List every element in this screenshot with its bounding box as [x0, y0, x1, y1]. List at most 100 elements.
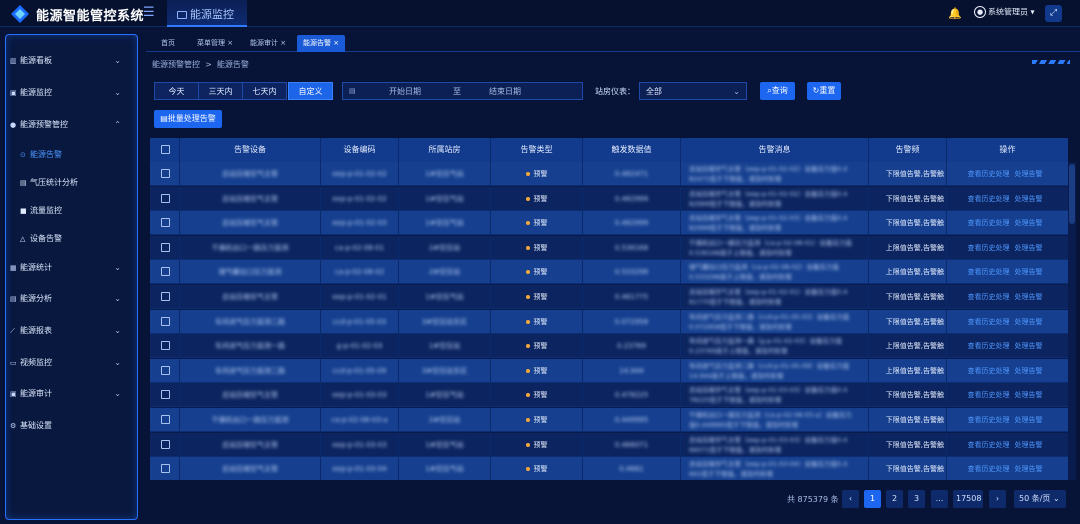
row-checkbox[interactable]	[161, 218, 170, 228]
notification-bell-icon[interactable]: 🔔	[948, 7, 962, 20]
sidebar-sub-energy-alarm[interactable]: ⊙ 能源告警	[20, 146, 62, 164]
table-row[interactable]: 总站压缩空气主管 eep-p-01-03-03 1#空压气站 预警 0.478225 总站…	[150, 383, 1068, 408]
sidebar-item-video-monitor[interactable]: ▭ 视频监控 ⌄	[10, 354, 123, 372]
view-history-link[interactable]: 查看历史处理	[968, 367, 1010, 375]
handle-alarm-link[interactable]: 处理告警	[1015, 318, 1043, 326]
view-history-link[interactable]: 查看历史处理	[968, 244, 1010, 252]
row-checkbox[interactable]	[161, 390, 170, 400]
row-checkbox[interactable]	[161, 292, 170, 301]
tab-home[interactable]: 首页	[155, 35, 181, 52]
pagination-page-3[interactable]: 3	[908, 490, 925, 508]
view-history-link[interactable]: 查看历史处理	[968, 441, 1010, 449]
pagination-last-page[interactable]: 17508	[953, 490, 983, 508]
table-scrollbar-thumb[interactable]	[1069, 164, 1075, 224]
view-history-link[interactable]: 查看历史处理	[968, 219, 1010, 227]
view-history-link[interactable]: 查看历史处理	[968, 170, 1010, 178]
view-history-link[interactable]: 查看历史处理	[968, 195, 1010, 203]
handle-alarm-link[interactable]: 处理告警	[1015, 391, 1043, 399]
table-row[interactable]: 储气罐出口压力监测 ca-p-02-08-02 2#空压站 预警 0.533298 储气罐…	[150, 260, 1068, 285]
handle-alarm-link[interactable]: 处理告警	[1015, 441, 1043, 449]
row-checkbox[interactable]	[161, 316, 170, 326]
row-device-cell: 车间进气压力监测二路	[180, 309, 321, 334]
pagination-page-2[interactable]: 2	[886, 490, 903, 508]
table-row[interactable]: 车间进气压力监测二路 ccd-p-01-05-03 3#空压站东区 预警 0.07295…	[150, 309, 1068, 334]
sidebar-item-energy-audit[interactable]: ▣ 能源审计 ⌄	[10, 385, 123, 403]
select-all-checkbox[interactable]	[161, 145, 170, 154]
range-3days-button[interactable]: 三天内	[198, 82, 243, 100]
view-history-link[interactable]: 查看历史处理	[968, 293, 1010, 301]
tab-energy-alarm[interactable]: 能源告警 ×	[297, 35, 346, 52]
tab-close-icon[interactable]: ×	[280, 39, 286, 47]
handle-alarm-link[interactable]: 处理告警	[1015, 342, 1043, 350]
row-checkbox[interactable]	[161, 365, 170, 375]
pagination-page-1[interactable]: 1	[864, 490, 881, 508]
table-row[interactable]: 车间进气压力监测二路 ccd-p-01-05-09 3#空压站东区 预警 14.944 车…	[150, 358, 1068, 383]
table-row[interactable]: 总站压缩空气主管 eep-p-01-03-03 1#空压气站 预警 0.466071 总站…	[150, 432, 1068, 457]
table-row[interactable]: 总站压缩空气主管 eep-p-01-02-03 1#空压气站 预警 0.482999 总站…	[150, 211, 1068, 236]
handle-alarm-link[interactable]: 处理告警	[1015, 293, 1043, 301]
page-size-select[interactable]: 50 条/页 ⌄	[1014, 490, 1066, 508]
row-checkbox[interactable]	[161, 169, 170, 178]
range-today-button[interactable]: 今天	[154, 82, 199, 100]
menu-toggle-icon[interactable]: ☰	[143, 5, 155, 20]
view-history-link[interactable]: 查看历史处理	[968, 465, 1010, 473]
view-history-link[interactable]: 查看历史处理	[968, 416, 1010, 424]
handle-alarm-link[interactable]: 处理告警	[1015, 195, 1043, 203]
date-range-picker[interactable]: ▤ 开始日期 至 结束日期	[342, 82, 583, 100]
handle-alarm-link[interactable]: 处理告警	[1015, 367, 1043, 375]
sidebar-item-energy-report[interactable]: ⟋ 能源报表 ⌄	[10, 322, 123, 340]
table-row[interactable]: 干燥机出口一路压力监测 ca-p-02-08-03-a 2#空压站 预警 0.44999…	[150, 408, 1068, 432]
tab-energy-audit[interactable]: 能源审计 ×	[244, 35, 292, 52]
sidebar-sub-pressure-stats[interactable]: ▤ 气压统计分析	[20, 174, 78, 192]
handle-alarm-link[interactable]: 处理告警	[1015, 170, 1043, 178]
reset-button[interactable]: ↻重置	[807, 82, 841, 100]
module-tab[interactable]: 能源监控	[167, 0, 247, 27]
batch-handle-alarm-button[interactable]: ▤批量处理告警	[154, 110, 222, 128]
user-menu[interactable]: ● 系统管理员 ▾	[974, 6, 1035, 18]
range-custom-button[interactable]: 自定义	[288, 82, 333, 100]
sidebar-item-energy-analysis[interactable]: ▤ 能源分析 ⌄	[10, 290, 123, 308]
row-checkbox[interactable]	[161, 267, 170, 277]
range-7days-button[interactable]: 七天内	[242, 82, 287, 100]
sidebar-item-energy-warning[interactable]: ● 能源预警管控 ⌃	[10, 116, 123, 134]
sidebar-item-basic-settings[interactable]: ⚙ 基础设置	[10, 417, 123, 435]
row-checkbox[interactable]	[161, 242, 170, 252]
table-row[interactable]: 总站压缩空气主管 eep-p-01-03-04 1#空压气站 预警 0.4661 总站压缩…	[150, 457, 1068, 480]
table-row[interactable]: 总站压缩空气主管 eep-p-01-02-01 1#空压气站 预警 0.461775 总站…	[150, 285, 1068, 309]
table-row[interactable]: 总站压缩空气主管 eep-p-01-02-02 1#空压气站 预警 0.482999 总站…	[150, 186, 1068, 211]
row-checkbox[interactable]	[161, 193, 170, 203]
tab-menu-management[interactable]: 菜单管理 ×	[191, 35, 239, 52]
fullscreen-icon[interactable]: ⤢	[1045, 5, 1062, 22]
table-row[interactable]: 总站压缩空气主管 eep-p-01-02-02 1#空压气站 预警 0.482471 总站…	[150, 162, 1068, 186]
table-row[interactable]: 车间进气压力监测一路 g-p-01-02-03 1#空压站 预警 0.23769 车间进气…	[150, 334, 1068, 359]
end-date-input[interactable]: 结束日期	[489, 83, 521, 100]
sidebar-item-energy-board[interactable]: ▥ 能源看板 ⌄	[10, 52, 123, 70]
view-history-link[interactable]: 查看历史处理	[968, 268, 1010, 276]
view-history-link[interactable]: 查看历史处理	[968, 318, 1010, 326]
table-row[interactable]: 干燥机出口一路压力监测 ca-p-02-08-01 2#空压站 预警 0.536168 干…	[150, 235, 1068, 260]
breadcrumb-parent[interactable]: 能源预警管控	[152, 60, 200, 69]
handle-alarm-link[interactable]: 处理告警	[1015, 219, 1043, 227]
query-button[interactable]: ⌕查询	[760, 82, 795, 100]
pagination-prev-button[interactable]: ‹	[842, 490, 859, 508]
pagination-ellipsis[interactable]: ...	[931, 490, 948, 508]
sidebar-item-energy-monitor[interactable]: ▣ 能源监控 ⌄	[10, 84, 123, 102]
view-history-link[interactable]: 查看历史处理	[968, 391, 1010, 399]
handle-alarm-link[interactable]: 处理告警	[1015, 465, 1043, 473]
row-checkbox[interactable]	[161, 464, 170, 474]
start-date-input[interactable]: 开始日期	[389, 83, 421, 100]
tab-close-icon[interactable]: ×	[227, 39, 233, 47]
row-checkbox[interactable]	[161, 341, 170, 351]
sidebar-sub-device-alarm[interactable]: △ 设备告警	[20, 230, 62, 248]
row-checkbox[interactable]	[161, 415, 170, 424]
sidebar-sub-flow-monitor[interactable]: ■ 流量监控	[20, 202, 62, 220]
tab-close-icon[interactable]: ×	[333, 39, 339, 47]
handle-alarm-link[interactable]: 处理告警	[1015, 416, 1043, 424]
sidebar-item-energy-stats[interactable]: ▦ 能源统计 ⌄	[10, 259, 123, 277]
view-history-link[interactable]: 查看历史处理	[968, 342, 1010, 350]
station-select[interactable]: 全部 ⌄	[639, 82, 747, 100]
row-checkbox[interactable]	[161, 439, 170, 449]
handle-alarm-link[interactable]: 处理告警	[1015, 244, 1043, 252]
handle-alarm-link[interactable]: 处理告警	[1015, 268, 1043, 276]
pagination-next-button[interactable]: ›	[989, 490, 1006, 508]
